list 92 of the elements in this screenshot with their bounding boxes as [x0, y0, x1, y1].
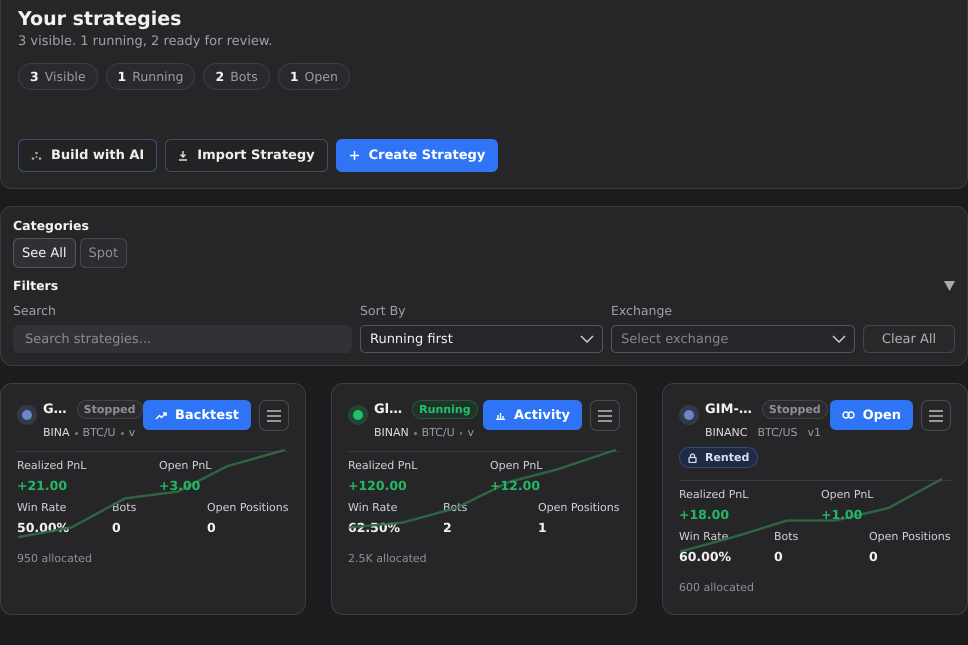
allocated-text: 600 allocated [679, 581, 754, 594]
menu-icon [267, 410, 282, 422]
chevron-down-icon [580, 335, 594, 343]
status-badge: Stopped [76, 400, 142, 419]
pair-text: BTC/U [82, 426, 116, 439]
import-strategy-button[interactable]: Import Strategy [165, 139, 328, 172]
pnl-value: +3.00 [159, 478, 202, 493]
category-tab[interactable]: See All [13, 238, 76, 268]
clear-all-button[interactable]: Clear All [863, 325, 955, 353]
pnl-value: +12.00 [490, 478, 542, 493]
stat-chip: 1 Open [278, 63, 350, 90]
stat-value: 0 [207, 520, 217, 535]
chevron-down-icon [832, 335, 846, 343]
stat-label: Win Rate [17, 501, 68, 514]
category-tab[interactable]: Spot [80, 238, 128, 268]
stat-chip: 3 Visible [18, 63, 98, 90]
search-field[interactable]: Search strategies... [13, 325, 352, 353]
metric-label: Realized PnL [17, 459, 88, 472]
strategy-name: GIM-… [705, 402, 752, 417]
plus-icon [348, 150, 360, 161]
separator-dot-icon [120, 432, 124, 434]
exchange-text: BINANC [705, 426, 748, 439]
build-with-ai-button[interactable]: Build with AI [18, 139, 158, 172]
exchange-label: Exchange [611, 303, 674, 318]
status-badge: Stopped [762, 400, 828, 419]
bar-chart-icon [494, 410, 506, 420]
activity-button[interactable]: Activity [482, 400, 582, 430]
exchange-text: BINA [43, 426, 70, 439]
sort-dropdown[interactable]: Running first [360, 325, 603, 353]
stat-label: Bots [112, 501, 138, 514]
strategy-name: G… [43, 402, 67, 417]
stat-value: 1 [538, 520, 548, 535]
separator-dot-icon [74, 432, 78, 434]
pnl-value: +21.00 [17, 478, 68, 493]
menu-button[interactable] [590, 400, 620, 431]
status-badge: Running [412, 400, 478, 419]
metric-label: Open PnL [159, 459, 212, 472]
stat-chip: 1 Running [106, 63, 196, 90]
menu-button[interactable] [259, 400, 290, 431]
caret-icon[interactable] [944, 280, 955, 290]
stat-value: 2 [443, 520, 453, 535]
allocated-text: 950 allocated [17, 552, 92, 565]
pnl-value: +18.00 [679, 507, 730, 522]
version-text: v1 [808, 426, 822, 439]
stat-value: 0 [869, 549, 879, 564]
page-subtitle: 3 visible. 1 running, 2 ready for review. [18, 34, 274, 49]
stat-value: 60.00% [679, 549, 732, 564]
exchange-text: BINAN [374, 426, 409, 439]
stat-label: Bots [443, 501, 468, 514]
stat-chip: 2 Bots [203, 63, 270, 90]
rented-badge: Rented [679, 447, 758, 468]
stat-value: 62.50% [348, 520, 402, 535]
menu-icon [598, 410, 612, 422]
backtest-button[interactable]: Backtest [143, 400, 252, 430]
pair-text: BTC/U [422, 426, 455, 439]
separator-dot-icon [460, 432, 462, 434]
menu-button[interactable] [921, 400, 951, 431]
link-icon [842, 411, 855, 419]
lock-icon [688, 452, 697, 462]
stat-label: Open Positions [538, 501, 620, 514]
stat-label: Win Rate [679, 530, 730, 543]
sparkle-icon [31, 150, 42, 160]
allocated-text: 2.5K allocated [348, 552, 427, 565]
stat-label: Bots [774, 530, 800, 543]
stat-label: Win Rate [348, 501, 398, 514]
pair-text: BTC/US [757, 426, 798, 439]
pnl-value: +120.00 [348, 478, 408, 493]
metric-label: Realized PnL [348, 459, 418, 472]
download-icon [178, 150, 188, 161]
exchange-dropdown[interactable]: Select exchange [611, 325, 855, 353]
page-title: Your strategies [18, 8, 182, 30]
search-label: Search [13, 303, 57, 318]
categories-heading: Categories [13, 218, 90, 233]
stat-value: 0 [774, 549, 784, 564]
version-text: v [128, 426, 136, 439]
trend-icon [155, 410, 167, 420]
version-text: v [467, 426, 474, 439]
metric-label: Realized PnL [679, 488, 750, 501]
open-button[interactable]: Open [830, 400, 913, 430]
filters-heading: Filters [13, 278, 58, 293]
pnl-value: +1.00 [821, 507, 864, 522]
stat-value: 0 [112, 520, 122, 535]
stat-label: Open Positions [207, 501, 289, 514]
separator-dot-icon [414, 432, 417, 434]
stat-label: Open Positions [869, 530, 951, 543]
stat-value: 50.00% [17, 520, 70, 535]
metric-label: Open PnL [490, 459, 544, 472]
metric-label: Open PnL [821, 488, 874, 501]
create-strategy-button[interactable]: Create Strategy [336, 139, 498, 172]
sort-label: Sort By [360, 303, 407, 318]
menu-icon [929, 410, 943, 422]
strategy-name: Gl… [374, 402, 402, 417]
